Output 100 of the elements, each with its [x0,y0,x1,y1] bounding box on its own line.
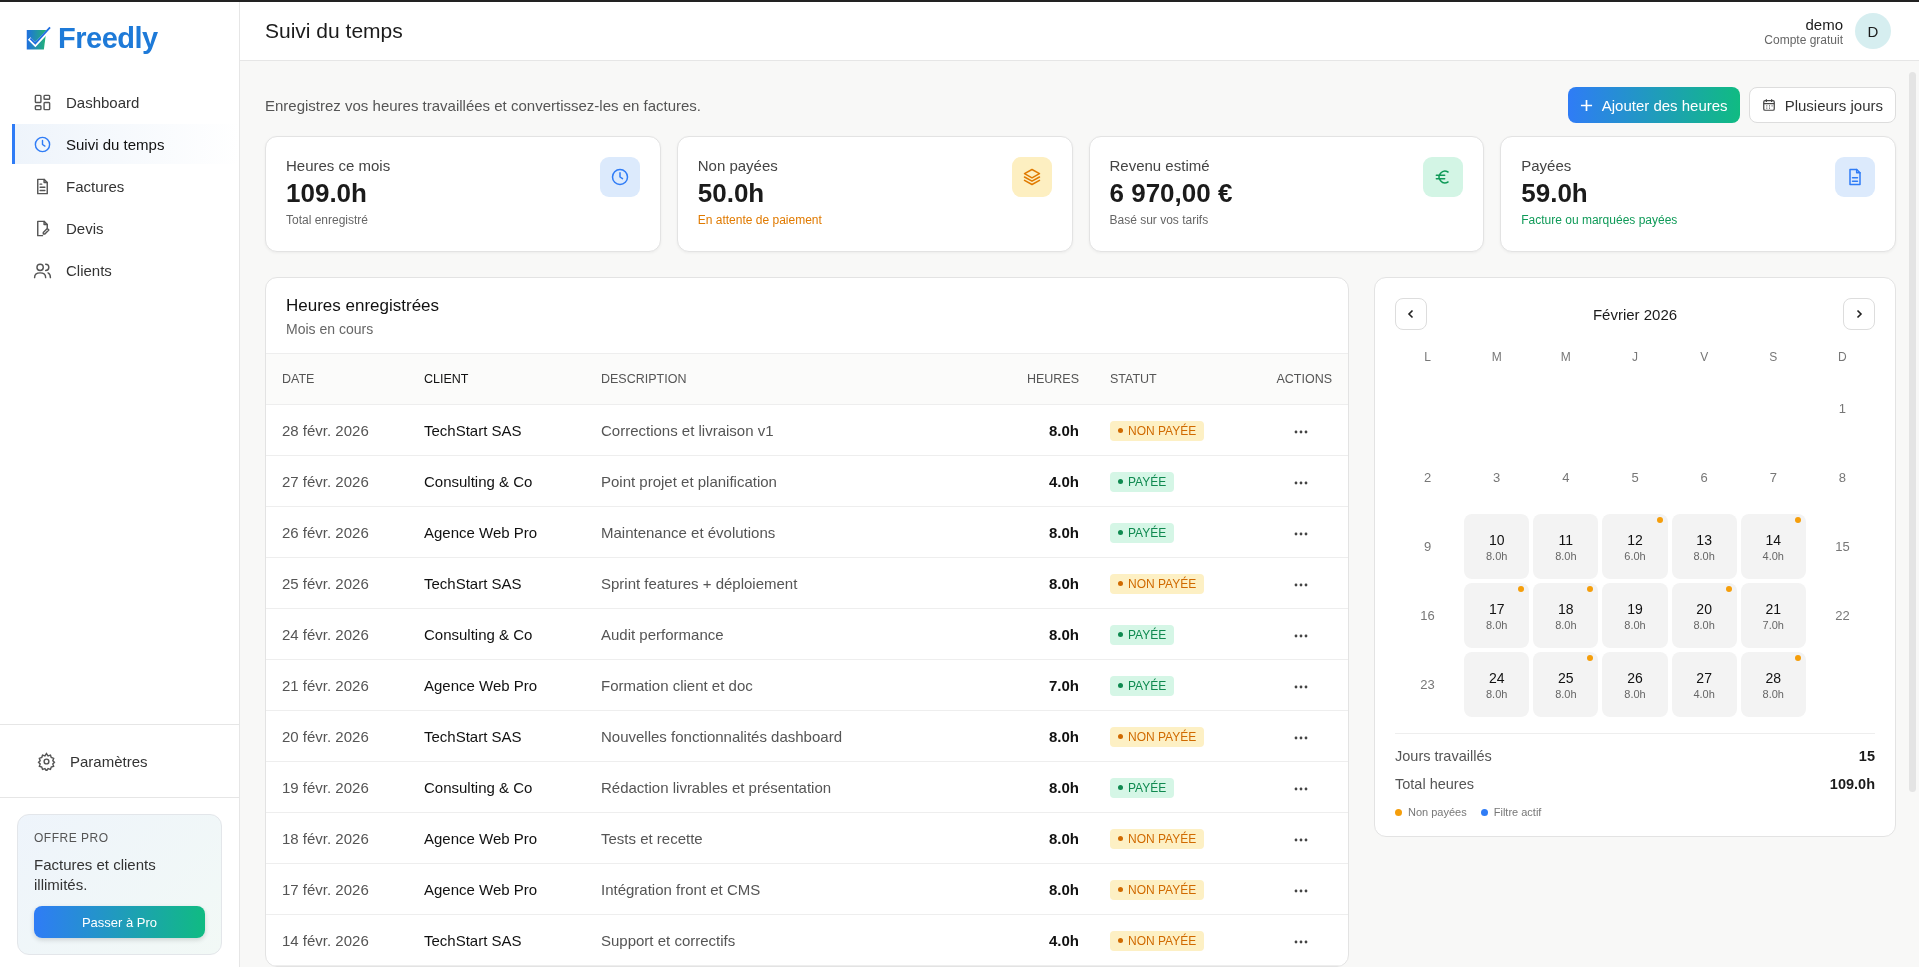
column-header: STATUT [1109,353,1251,405]
calendar-day[interactable]: 9 [1423,539,1432,554]
weekday-label: J [1631,349,1639,366]
description-cell: Tests et recette [600,812,1018,864]
hours-cell: 8.0h [1018,557,1109,609]
worked-day[interactable]: 10 8.0h [1464,514,1530,579]
hours-cell: 8.0h [1018,506,1109,558]
calendar-day[interactable]: 6 [1700,470,1708,485]
summary-value: 109.0h [1829,776,1875,792]
stat-label: Heures ce mois [286,157,391,174]
worked-day[interactable]: 27 4.0h [1671,652,1737,717]
sidebar-item[interactable]: Factures [12,166,239,206]
user-avatar[interactable]: D [1855,13,1891,49]
multiple-days-button[interactable]: Plusieurs jours [1748,87,1896,123]
client-cell: Agence Web Pro [423,863,600,915]
summary-label: Total heures [1395,776,1474,792]
worked-day[interactable]: 17 8.0h [1464,583,1530,648]
worked-day[interactable]: 18 8.0h [1533,583,1599,648]
worked-day[interactable]: 14 4.0h [1740,514,1806,579]
stat-note: Facture ou marquées payées [1521,213,1678,227]
stat-label: Revenu estimé [1109,157,1211,174]
calendar-day[interactable]: 3 [1493,470,1501,485]
description-cell: Formation client et doc [600,659,1018,711]
plus-icon [1579,98,1593,112]
more-icon[interactable] [1294,429,1308,434]
worked-day[interactable]: 11 8.0h [1533,514,1599,579]
sidebar-item[interactable]: Devis [12,208,239,248]
hours-cell: 8.0h [1018,710,1109,762]
stat-value: 6 970,00 € [1109,178,1233,209]
hours-cell: 8.0h [1018,812,1109,864]
settings-link[interactable]: Paramètres [0,724,239,798]
clock-icon [599,157,640,197]
status-badge: NON PAYÉE [1110,828,1205,849]
page-title: Suivi du temps [265,19,403,43]
more-icon[interactable] [1294,684,1308,689]
worked-day[interactable]: 25 8.0h [1533,652,1599,717]
status-badge: NON PAYÉE [1110,930,1205,951]
hours-cell: 8.0h [1018,608,1109,660]
chevron-left-icon [1406,309,1416,319]
previous-month-button[interactable] [1395,298,1427,330]
worked-day[interactable]: 26 8.0h [1602,652,1668,717]
table-title: Heures enregistrées [286,296,441,316]
stat-note: En attente de paiement [697,213,822,227]
worked-day[interactable]: 20 8.0h [1671,583,1737,648]
sidebar-item[interactable]: Clients [12,250,239,290]
date-cell: 28 févr. 2026 [266,404,423,456]
more-icon[interactable] [1294,480,1308,485]
status-badge: PAYÉE [1110,777,1175,798]
calendar-day[interactable]: 7 [1769,470,1777,485]
worked-day[interactable]: 12 6.0h [1602,514,1668,579]
stat-note: Total enregistré [286,213,370,227]
stat-label: Non payées [697,157,779,174]
status-badge: PAYÉE [1110,624,1175,645]
worked-day[interactable]: 19 8.0h [1602,583,1668,648]
calendar-day[interactable]: 4 [1562,470,1570,485]
promo-label: OFFRE PRO [34,831,110,845]
hours-cell: 8.0h [1018,761,1109,813]
calendar-day[interactable]: 23 [1420,677,1435,692]
date-cell: 18 févr. 2026 [266,812,423,864]
description-cell: Rédaction livrables et présentation [600,761,1018,813]
more-icon[interactable] [1294,888,1308,893]
more-icon[interactable] [1294,735,1308,740]
stat-note: Basé sur vos tarifs [1109,213,1210,227]
weekday-label: S [1768,349,1779,366]
more-icon[interactable] [1294,939,1308,944]
next-month-button[interactable] [1843,298,1875,330]
more-icon[interactable] [1294,786,1308,791]
calendar-day[interactable]: 1 [1838,401,1847,416]
status-badge: PAYÉE [1110,471,1175,492]
weekday-label: V [1699,349,1710,366]
worked-day[interactable]: 21 7.0h [1740,583,1806,648]
calendar-day[interactable]: 8 [1838,470,1847,485]
weekday-label: D [1837,349,1848,366]
calendar-day[interactable]: 5 [1631,470,1639,485]
date-cell: 21 févr. 2026 [266,659,423,711]
calendar-day[interactable]: 16 [1420,608,1435,623]
user-name: demo [1805,15,1843,33]
calendar-day[interactable]: 15 [1835,539,1850,554]
worked-day[interactable]: 13 8.0h [1671,514,1737,579]
stat-value: 50.0h [697,178,766,209]
column-header: CLIENT [423,353,600,405]
worked-day[interactable]: 28 8.0h [1740,652,1806,717]
sidebar-item[interactable]: Dashboard [12,82,239,122]
calendar-day[interactable]: 2 [1423,470,1432,485]
table-subtitle: Mois en cours [286,321,375,337]
worked-day[interactable]: 24 8.0h [1464,652,1530,717]
stat-label: Payées [1521,157,1573,174]
calendar-day[interactable]: 22 [1835,608,1850,623]
more-icon[interactable] [1294,837,1308,842]
column-header: ACTIONS [1251,353,1348,405]
euro-icon [1423,157,1464,197]
summary-label: Jours travaillés [1395,748,1492,764]
date-cell: 20 févr. 2026 [266,710,423,762]
weekday-label: M [1559,349,1572,366]
more-icon[interactable] [1294,531,1308,536]
client-cell: Agence Web Pro [423,506,600,558]
more-icon[interactable] [1294,582,1308,587]
legend-label: Filtre actif [1493,806,1542,818]
settings-icon [37,751,56,771]
more-icon[interactable] [1294,633,1308,638]
